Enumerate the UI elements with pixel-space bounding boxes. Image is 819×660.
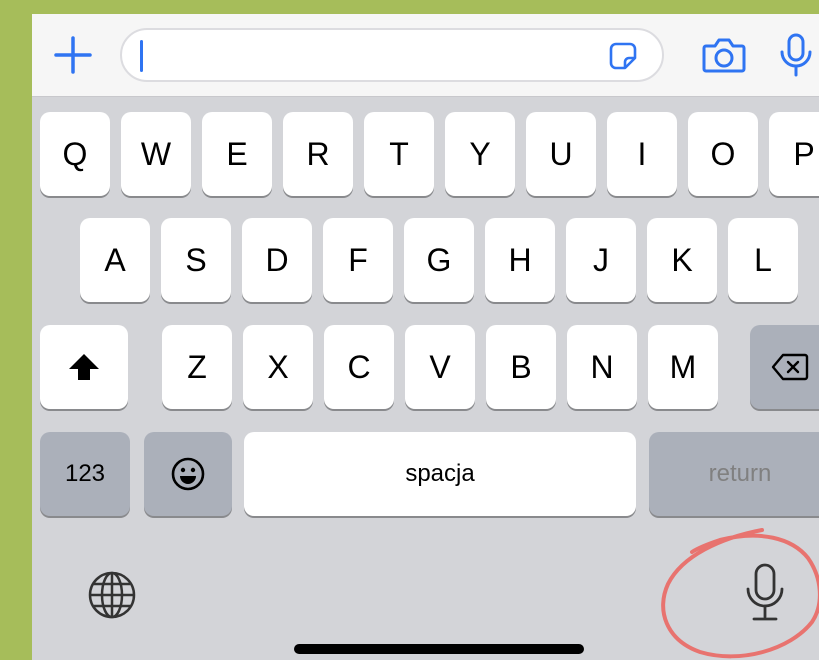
delete-key[interactable] [750, 325, 819, 409]
key-m[interactable]: M [648, 325, 718, 409]
numbers-key[interactable]: 123 [40, 432, 130, 516]
key-label: J [593, 242, 609, 278]
key-f[interactable]: F [323, 218, 393, 302]
return-key-label: return [708, 460, 772, 487]
key-label: K [671, 242, 693, 278]
text-caret [140, 40, 143, 72]
key-label: L [754, 242, 772, 278]
key-o[interactable]: O [688, 112, 758, 196]
key-label: Q [62, 136, 88, 172]
key-label: H [508, 242, 532, 278]
globe-icon[interactable] [86, 569, 138, 621]
plus-icon[interactable] [52, 34, 94, 76]
key-y[interactable]: Y [445, 112, 515, 196]
key-label: D [265, 242, 289, 278]
space-key[interactable]: spacja [244, 432, 636, 516]
key-label: A [104, 242, 126, 278]
key-a[interactable]: A [80, 218, 150, 302]
key-i[interactable]: I [607, 112, 677, 196]
key-e[interactable]: E [202, 112, 272, 196]
message-composer-bar [32, 14, 819, 97]
key-label: Z [187, 349, 207, 385]
key-n[interactable]: N [567, 325, 637, 409]
key-c[interactable]: C [324, 325, 394, 409]
key-l[interactable]: L [728, 218, 798, 302]
key-g[interactable]: G [404, 218, 474, 302]
key-d[interactable]: D [242, 218, 312, 302]
key-q[interactable]: Q [40, 112, 110, 196]
key-label: Y [469, 136, 491, 172]
key-label: G [426, 242, 452, 278]
key-r[interactable]: R [283, 112, 353, 196]
shift-key[interactable] [40, 325, 128, 409]
key-label: R [306, 136, 330, 172]
return-key[interactable]: return [649, 432, 819, 516]
phone-screen: Q W E R T Y U I O P A S D F G H J K L Z … [32, 14, 819, 660]
key-label: M [669, 349, 697, 385]
key-label: F [348, 242, 368, 278]
key-label: T [389, 136, 409, 172]
key-w[interactable]: W [121, 112, 191, 196]
backspace-icon [771, 353, 809, 381]
home-indicator[interactable] [294, 644, 584, 654]
key-z[interactable]: Z [162, 325, 232, 409]
key-k[interactable]: K [647, 218, 717, 302]
space-key-label: spacja [405, 460, 475, 487]
key-label: P [793, 136, 815, 172]
key-x[interactable]: X [243, 325, 313, 409]
key-p[interactable]: P [769, 112, 819, 196]
message-input[interactable] [120, 28, 664, 82]
dictation-microphone-icon[interactable] [744, 562, 786, 624]
key-label: N [590, 349, 614, 385]
key-label: I [637, 136, 647, 172]
key-label: V [429, 349, 451, 385]
key-label: X [267, 349, 289, 385]
key-s[interactable]: S [161, 218, 231, 302]
key-label: U [549, 136, 573, 172]
camera-icon[interactable] [702, 36, 746, 74]
key-label: O [710, 136, 736, 172]
sticker-icon[interactable] [608, 41, 638, 71]
key-u[interactable]: U [526, 112, 596, 196]
emoji-key[interactable] [144, 432, 232, 516]
microphone-icon[interactable] [776, 32, 816, 78]
shift-icon [69, 354, 99, 380]
key-h[interactable]: H [485, 218, 555, 302]
key-b[interactable]: B [486, 325, 556, 409]
emoji-icon [171, 457, 205, 491]
key-label: B [510, 349, 532, 385]
key-t[interactable]: T [364, 112, 434, 196]
key-label: C [347, 349, 371, 385]
key-label: W [140, 136, 172, 172]
key-label: S [185, 242, 207, 278]
key-j[interactable]: J [566, 218, 636, 302]
key-v[interactable]: V [405, 325, 475, 409]
numbers-key-label: 123 [64, 460, 106, 487]
key-label: E [226, 136, 248, 172]
